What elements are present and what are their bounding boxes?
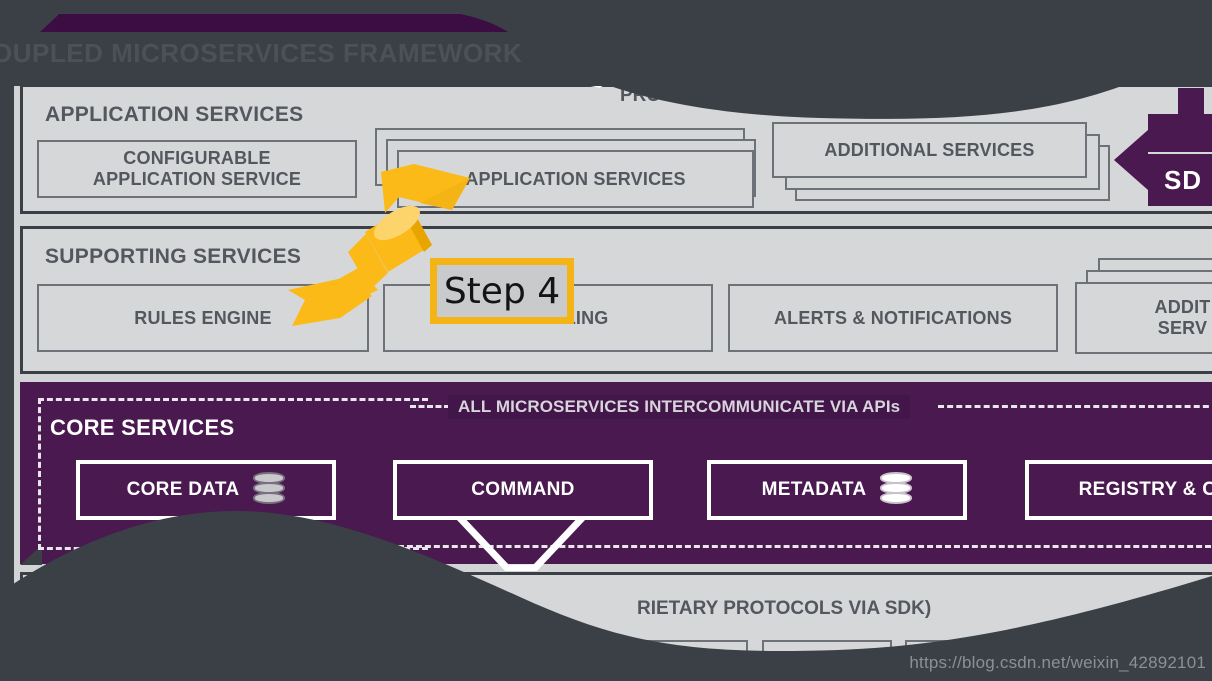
architecture-diagram: RIETARY PROTOCOLS VIA SDK) CORE SERVICES… xyxy=(0,0,1212,681)
api-bus-label: ALL MICROSERVICES INTERCOMMUNICATE VIA A… xyxy=(448,395,911,419)
sdk-label-box: SD xyxy=(1148,154,1212,206)
application-box-additional-services: ADDITIONAL SERVICES xyxy=(772,122,1087,178)
core-box-label: REGISTRY & CO xyxy=(1078,479,1212,500)
sdk-label: SD xyxy=(1163,164,1203,195)
step-4-badge: Step 4 xyxy=(430,258,574,324)
database-icon xyxy=(253,472,286,508)
core-box-label: CORE DATA xyxy=(126,479,240,500)
supporting-box-label: RULES ENGINE xyxy=(134,307,272,328)
bottom-protocol-text: RIETARY PROTOCOLS VIA SDK) xyxy=(637,598,932,619)
application-box-label-line2: APPLICATION SERVICE xyxy=(92,169,302,189)
sdk-badge: SD xyxy=(1148,88,1212,206)
application-services-label: APPLICATION SERVICES xyxy=(45,103,304,126)
database-icon xyxy=(880,472,913,508)
device-service-box xyxy=(762,640,892,681)
supporting-box-rules-engine: RULES ENGINE xyxy=(37,284,369,352)
api-bus-line-bottom xyxy=(120,545,1212,548)
command-bus-notch xyxy=(455,516,587,571)
api-bus-line-right xyxy=(938,405,1212,408)
core-box-registry-and-config: REGISTRY & CO xyxy=(1025,460,1212,520)
core-box-command: COMMAND xyxy=(393,460,653,520)
api-bus-line-left xyxy=(410,405,450,408)
supporting-box-label-line1: ADDIT xyxy=(1154,297,1211,318)
supporting-box-label: ALERTS & NOTIFICATIONS xyxy=(773,307,1013,328)
core-box-label: METADATA xyxy=(761,479,867,500)
device-service-box xyxy=(620,640,748,681)
application-box-application-services: APPLICATION SERVICES xyxy=(397,150,754,208)
sdk-arrow-icon xyxy=(1114,130,1148,190)
core-box-core-data: CORE DATA xyxy=(76,460,336,520)
core-box-metadata: METADATA xyxy=(707,460,967,520)
application-box-configurable-application-service: CONFIGURABLE APPLICATION SERVICE xyxy=(37,140,357,198)
poster-title-ribbon xyxy=(40,14,520,32)
supporting-box-alerts-and-notifications: ALERTS & NOTIFICATIONS xyxy=(728,284,1058,352)
application-box-label-line1: CONFIGURABLE xyxy=(123,148,271,169)
watermark-url: https://blog.csdn.net/weixin_42892101 xyxy=(909,653,1206,672)
sdk-puzzle-knob xyxy=(1178,88,1204,122)
step-4-label: Step 4 xyxy=(443,270,561,312)
supporting-services-label: SUPPORTING SERVICES xyxy=(45,245,302,268)
supporting-box-label-line2: SERV xyxy=(1157,318,1208,338)
core-box-label: COMMAND xyxy=(471,479,575,500)
top-protocol-text: PROTOCOL xyxy=(620,85,728,106)
poster-title: OUPLED MICROSERVICES FRAMEWORK xyxy=(0,38,523,68)
core-services-label: CORE SERVICES xyxy=(50,415,235,440)
application-box-label: APPLICATION SERVICES xyxy=(465,168,686,189)
screenshot-canvas: RIETARY PROTOCOLS VIA SDK) CORE SERVICES… xyxy=(0,0,1212,681)
application-box-label: ADDITIONAL SERVICES xyxy=(824,139,1035,160)
supporting-box-additional-services: ADDIT SERV xyxy=(1075,282,1212,354)
